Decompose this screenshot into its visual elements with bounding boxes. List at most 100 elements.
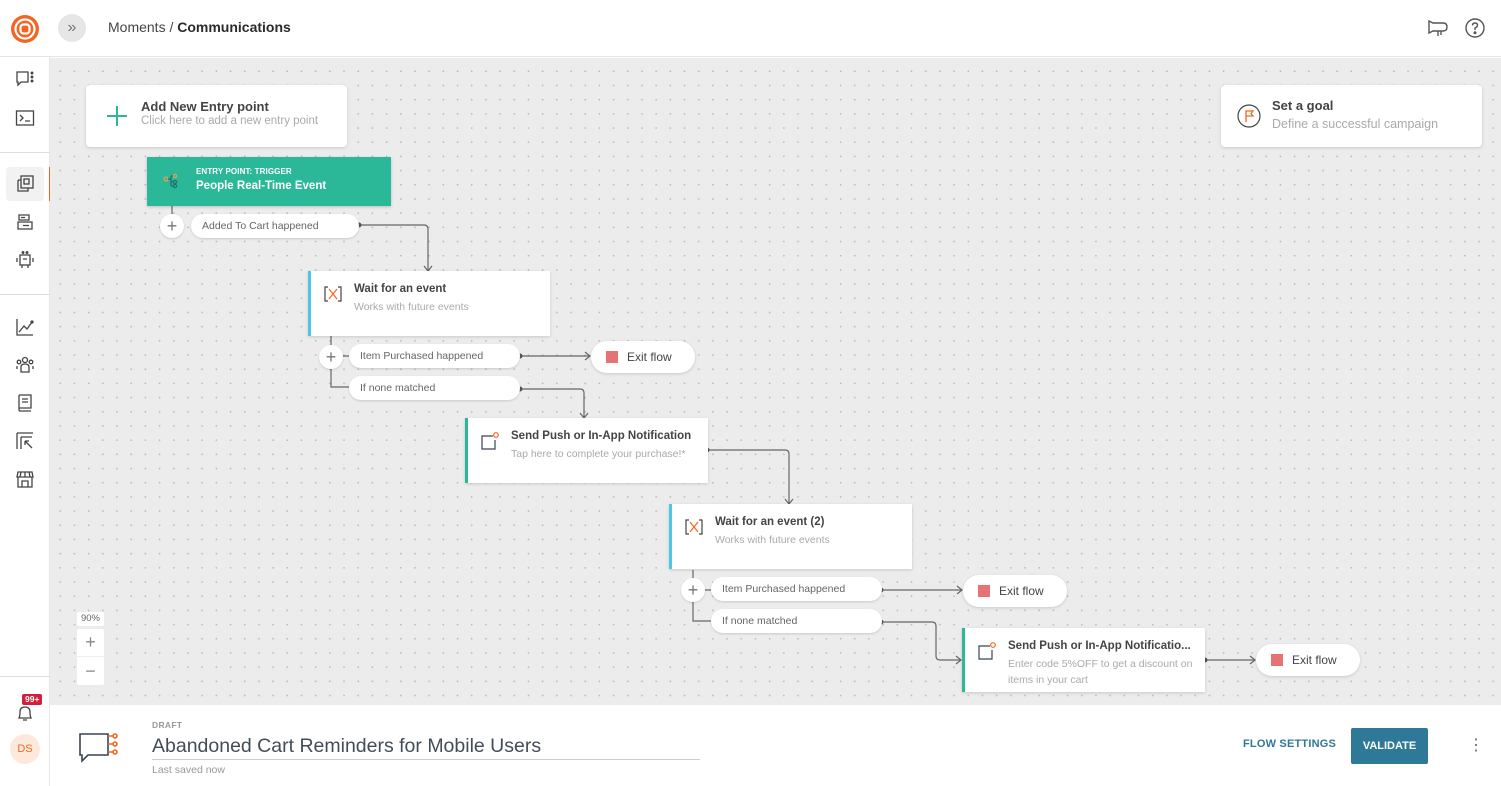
wait-event-node[interactable]: Wait for an event (2) Works with future … <box>669 504 912 569</box>
sidebar-divider <box>0 294 50 295</box>
connector-lines <box>171 206 1256 665</box>
node-subtitle: Tap here to complete your purchase!* <box>511 448 686 460</box>
terminal-icon <box>15 110 35 126</box>
sidebar-item-people[interactable] <box>6 348 44 382</box>
sidebar <box>0 57 51 786</box>
branch-none-matched[interactable]: If none matched <box>349 376 520 400</box>
sidebar-item-console[interactable] <box>6 101 44 135</box>
top-bar: » Moments / Communications <box>0 0 1501 57</box>
sidebar-divider <box>0 152 50 153</box>
node-subtitle: Works with future events <box>354 301 469 313</box>
breadcrumb-current: Communications <box>177 19 291 35</box>
goal-title: Set a goal <box>1272 98 1334 113</box>
megaphone-icon[interactable] <box>1427 17 1449 39</box>
push-notification-icon <box>481 432 499 450</box>
breadcrumb-separator: / <box>165 19 178 35</box>
double-chevron-right-icon: » <box>67 19 77 36</box>
node-title: Send Push or In-App Notificatio... <box>1008 640 1191 652</box>
connector-wait2-none-to-push2 <box>881 621 960 661</box>
push-notification-icon <box>978 642 996 660</box>
bell-icon[interactable] <box>14 702 36 724</box>
node-subtitle: Enter code 5%OFF to get a discount on it… <box>1008 658 1193 686</box>
wait-event-icon <box>324 286 342 302</box>
exit-label: Exit flow <box>999 584 1044 598</box>
wait-event-icon <box>685 519 703 535</box>
set-goal-card[interactable]: Set a goal Define a successful campaign <box>1221 85 1482 147</box>
add-entry-subtitle: Click here to add a new entry point <box>141 115 319 127</box>
zoom-control: 90% + − <box>77 612 104 685</box>
branch-none-matched[interactable]: If none matched <box>711 609 882 633</box>
connector-push1-to-wait2 <box>707 449 790 503</box>
sidebar-item-conversations[interactable] <box>6 62 44 96</box>
stop-icon <box>1271 654 1283 666</box>
exit-flow-node[interactable]: Exit flow <box>1256 644 1360 676</box>
entry-point-trigger-node[interactable]: ENTRY POINT: TRIGGER People Real-Time Ev… <box>147 157 391 206</box>
node-subtitle: Works with future events <box>715 534 830 546</box>
connector-wait1-none-to-push1 <box>520 388 585 417</box>
breadcrumb-moments[interactable]: Moments <box>108 19 166 35</box>
branch-added-to-cart[interactable]: Added To Cart happened <box>191 214 359 238</box>
sidebar-item-catalog[interactable] <box>6 386 44 420</box>
trigger-event-icon <box>163 173 178 189</box>
notifications-badge: 99+ <box>22 694 43 705</box>
people-icon <box>16 356 34 373</box>
push-notification-node[interactable]: Send Push or In-App Notification Tap her… <box>465 418 708 483</box>
sidebar-item-analytics[interactable] <box>6 310 44 344</box>
expand-sidebar-button[interactable]: » <box>58 14 86 42</box>
arrowhead <box>955 655 962 665</box>
plus-icon <box>107 106 127 126</box>
last-saved-status: Last saved now <box>152 764 225 776</box>
flag-icon <box>1237 104 1261 128</box>
add-branch-button[interactable]: + <box>681 578 705 602</box>
push-notification-node[interactable]: Send Push or In-App Notificatio... Enter… <box>962 628 1205 692</box>
flow-chat-icon <box>79 733 118 763</box>
sidebar-item-exports[interactable] <box>6 424 44 458</box>
arrowhead <box>1249 655 1256 665</box>
sidebar-item-automation[interactable] <box>6 243 44 277</box>
avatar[interactable]: DS <box>10 734 40 764</box>
validate-button[interactable]: VALIDATE <box>1351 728 1428 764</box>
node-title: Wait for an event (2) <box>715 516 825 528</box>
store-icon <box>16 471 34 488</box>
exit-flow-node[interactable]: Exit flow <box>963 575 1067 607</box>
add-branch-button[interactable]: + <box>160 214 184 238</box>
sidebar-item-templates[interactable] <box>6 205 44 239</box>
stop-icon <box>978 585 990 597</box>
robot-icon <box>16 251 34 268</box>
logo-icon[interactable] <box>10 14 40 44</box>
trigger-title: People Real-Time Event <box>196 180 327 192</box>
flow-settings-button[interactable]: FLOW SETTINGS <box>1243 738 1336 750</box>
connector-trigger-to-wait1 <box>359 224 429 270</box>
zoom-out-button[interactable]: − <box>77 657 104 685</box>
exit-flow-node[interactable]: Exit flow <box>591 341 695 373</box>
sidebar-item-moments[interactable] <box>6 167 51 201</box>
chat-menu-icon <box>16 71 34 87</box>
branch-item-purchased[interactable]: Item Purchased happened <box>711 577 882 601</box>
analytics-icon <box>16 319 34 336</box>
flow-name-input[interactable]: Abandoned Cart Reminders for Mobile User… <box>152 733 700 760</box>
wait-event-node[interactable]: Wait for an event Works with future even… <box>308 271 550 336</box>
templates-icon <box>17 214 33 230</box>
stop-icon <box>606 351 618 363</box>
flow-footer: DRAFT Abandoned Cart Reminders for Mobil… <box>50 705 1501 786</box>
book-icon <box>18 394 32 412</box>
zoom-in-button[interactable]: + <box>77 629 104 657</box>
goal-subtitle: Define a successful campaign <box>1272 117 1439 131</box>
flow-canvas[interactable]: Add New Entry point Click here to add a … <box>50 58 1501 705</box>
export-icon <box>16 432 33 449</box>
node-title: Wait for an event <box>354 283 447 295</box>
add-entry-title: Add New Entry point <box>141 99 269 114</box>
help-icon[interactable] <box>1464 17 1486 39</box>
exit-label: Exit flow <box>1292 653 1337 667</box>
arrowhead <box>584 351 591 361</box>
flow-status: DRAFT <box>152 720 183 730</box>
sidebar-item-store[interactable] <box>6 462 44 496</box>
arrowhead <box>956 585 963 595</box>
add-entry-point-card[interactable]: Add New Entry point Click here to add a … <box>86 85 347 147</box>
branch-item-purchased[interactable]: Item Purchased happened <box>349 344 520 368</box>
add-branch-button[interactable]: + <box>319 345 343 369</box>
breadcrumb: Moments / Communications <box>108 19 291 35</box>
more-options-icon[interactable]: ⋮ <box>1468 737 1484 755</box>
exit-label: Exit flow <box>627 350 672 364</box>
trigger-kicker: ENTRY POINT: TRIGGER <box>196 167 292 176</box>
